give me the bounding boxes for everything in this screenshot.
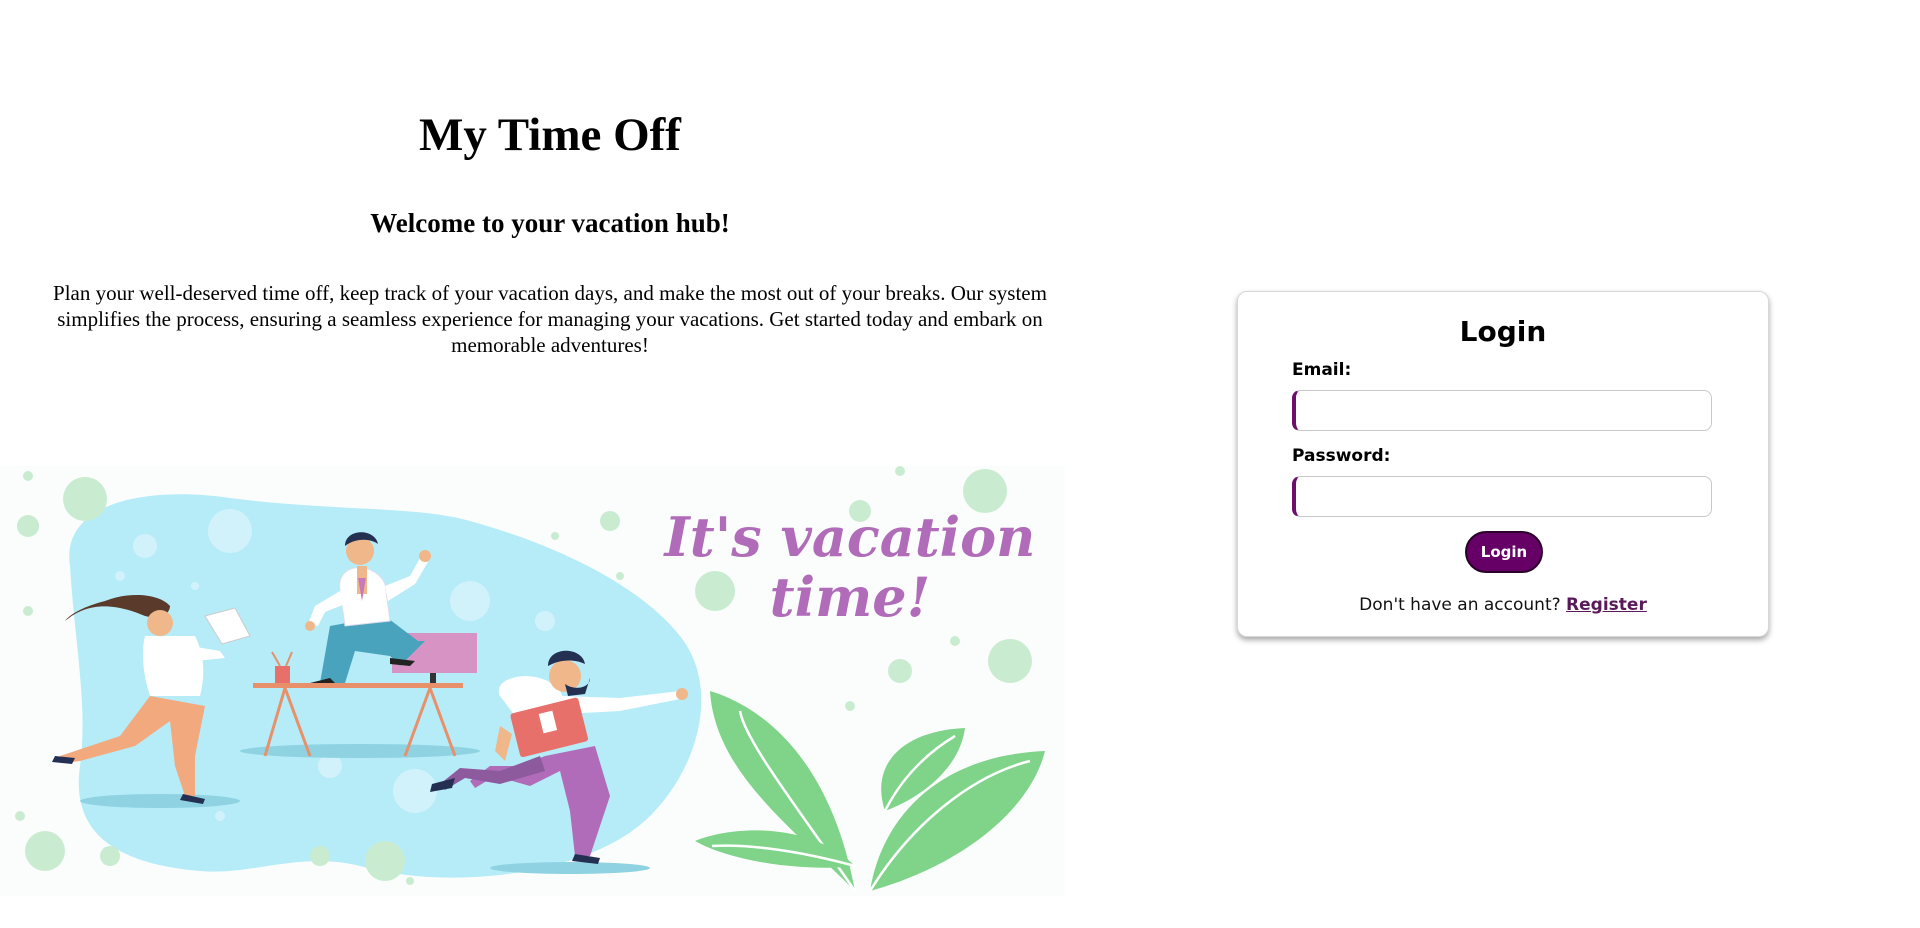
email-label: Email:: [1292, 360, 1352, 380]
hero-section: My Time Off Welcome to your vacation hub…: [0, 0, 1085, 928]
login-heading: Login: [1459, 315, 1547, 348]
login-card: Login Email: Password: Login Don't have …: [1237, 291, 1769, 637]
illustration-headline-line2: time!: [770, 565, 931, 629]
intro-paragraph: Plan your well-deserved time off, keep t…: [53, 281, 1047, 357]
woman-shadow: [80, 794, 240, 808]
register-prompt: Don't have an account?: [1359, 595, 1561, 615]
register-link[interactable]: Register: [1566, 595, 1647, 615]
vacation-illustration: It's vacation time!: [0, 466, 1065, 896]
page-subtitle: Welcome to your vacation hub!: [370, 208, 730, 238]
illustration-headline-line1: It's vacation: [663, 505, 1036, 569]
pencil-cup: [275, 666, 290, 683]
password-label: Password:: [1292, 446, 1391, 466]
password-field[interactable]: [1292, 476, 1712, 517]
login-button[interactable]: Login: [1465, 531, 1543, 573]
email-field[interactable]: [1292, 390, 1712, 431]
register-row: Don't have an account? Register: [1238, 595, 1768, 615]
page-title: My Time Off: [419, 109, 681, 161]
desk-shadow: [240, 744, 480, 758]
man-shadow: [490, 862, 650, 874]
